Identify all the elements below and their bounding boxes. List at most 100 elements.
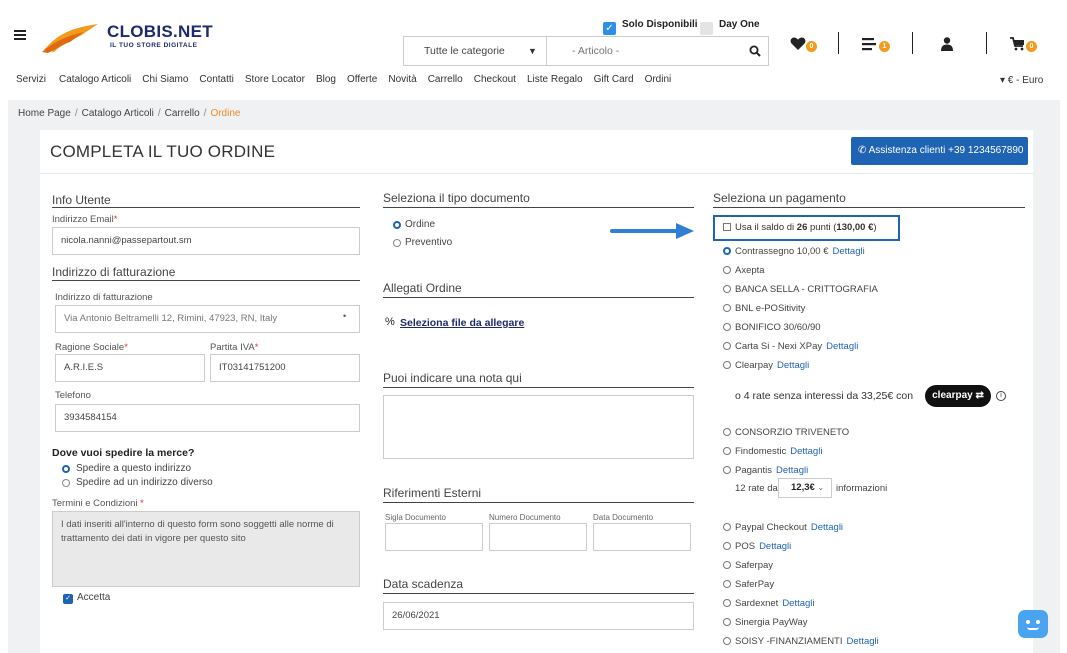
details-link[interactable]: Dettagli [811, 522, 843, 533]
shipping-question: Dove vuoi spedire la merce? [52, 447, 195, 459]
details-link[interactable]: Dettagli [847, 636, 879, 647]
billing-address-select[interactable]: Via Antonio Beltramelli 12, Rimini, 4792… [55, 305, 360, 333]
header-divider [986, 32, 987, 54]
ship-same-label: Spedire a questo indirizzo [76, 463, 192, 474]
billing-label: Indirizzo di fatturazione [55, 292, 153, 303]
email-field[interactable]: nicola.nanni@passepartout.sm [52, 227, 360, 255]
section-divider [383, 207, 694, 208]
page-title: COMPLETA IL TUO ORDINE [50, 142, 276, 161]
payment-findomestic[interactable]: Findomestic Dettagli [723, 446, 822, 457]
breadcrumb-catalogo[interactable]: Catalogo Articoli [82, 108, 154, 119]
payment-pagantis[interactable]: Pagantis Dettagli [723, 465, 808, 476]
heart-icon[interactable] [790, 36, 806, 52]
payment-axepta[interactable]: Axepta [723, 265, 765, 276]
attach-file-link[interactable]: Seleziona file da allegare [400, 317, 524, 329]
category-select[interactable]: Tutte le categorie [404, 37, 547, 65]
available-checkbox[interactable]: ✓ [603, 22, 616, 35]
nav-item-catalogo[interactable]: Catalogo Articoli [59, 74, 131, 85]
payment-saferpay[interactable]: Saferpay [723, 560, 773, 571]
payment-pos[interactable]: POS Dettagli [723, 541, 791, 552]
nav-item-servizi[interactable]: Servizi [16, 74, 46, 85]
dayone-checkbox[interactable] [700, 22, 713, 35]
nav-item-liste-regalo[interactable]: Liste Regalo [527, 74, 583, 85]
due-date-title: Data scadenza [383, 577, 464, 591]
payment-paypal[interactable]: Paypal Checkout Dettagli [723, 522, 843, 533]
nav-item-novita[interactable]: Novità [388, 74, 416, 85]
nav-item-offerte[interactable]: Offerte [347, 74, 377, 85]
accept-checkbox[interactable]: ✓ [63, 594, 73, 604]
nav-item-store-locator[interactable]: Store Locator [245, 74, 305, 85]
ref-number-field[interactable] [489, 523, 587, 551]
payment-consorzio[interactable]: CONSORZIO TRIVENETO [723, 427, 849, 438]
doc-order-radio[interactable] [393, 221, 401, 229]
chevron-down-icon: ⌄ [817, 483, 825, 492]
logo-icon[interactable] [40, 20, 104, 54]
payment-sardexnet[interactable]: Sardexnet Dettagli [723, 598, 815, 609]
clearpay-badge: clearpay ⇄ [925, 385, 991, 407]
breadcrumb-home[interactable]: Home Page [18, 108, 71, 119]
menu-icon[interactable] [14, 30, 26, 40]
ref-number-label: Numero Documento [489, 513, 561, 522]
breadcrumb-carrello[interactable]: Carrello [165, 108, 200, 119]
note-textarea[interactable] [383, 395, 694, 459]
search-input[interactable] [548, 37, 748, 65]
user-icon[interactable] [941, 36, 953, 52]
use-points-checkbox[interactable] [723, 223, 731, 231]
section-divider [383, 593, 694, 594]
nav-item-checkout[interactable]: Checkout [474, 74, 516, 85]
currency-select[interactable]: ▾ € - Euro [1000, 75, 1043, 86]
details-link[interactable]: Dettagli [790, 446, 822, 457]
cart-count-badge: 0 [1026, 41, 1037, 52]
doc-type-title: Seleziona il tipo documento [383, 191, 530, 205]
search-bar: Tutte le categorie ▼ [403, 36, 769, 66]
payment-nexi[interactable]: Carta Si - Nexi XPay Dettagli [723, 341, 858, 352]
info-icon[interactable]: i [996, 391, 1006, 401]
rate-prefix: 12 rate da [735, 483, 778, 494]
vat-field[interactable]: IT03141751200 [210, 354, 360, 382]
payment-bonifico[interactable]: BONIFICO 30/60/90 [723, 322, 821, 333]
chatbot-icon[interactable] [1018, 610, 1048, 638]
payment-saferpay-2[interactable]: SaferPay [723, 579, 774, 590]
attachments-title: Allegati Ordine [383, 281, 462, 295]
payment-sinergia[interactable]: Sinergia PayWay [723, 617, 808, 628]
ship-different-radio[interactable] [62, 479, 70, 487]
nav-item-contatti[interactable]: Contatti [199, 74, 233, 85]
divider [40, 173, 1033, 174]
payment-contrassegno[interactable]: Contrassegno 10,00 € Dettagli [723, 246, 865, 257]
details-link[interactable]: Dettagli [759, 541, 791, 552]
use-points-option[interactable]: Usa il saldo di 26 punti (130,00 €) [713, 215, 900, 241]
search-icon[interactable] [749, 45, 761, 57]
details-link[interactable]: Dettagli [832, 246, 864, 257]
ref-date-field[interactable] [593, 523, 691, 551]
ship-same-radio[interactable] [62, 465, 70, 473]
details-link[interactable]: Dettagli [776, 465, 808, 476]
breadcrumb: Home Page / Catalogo Articoli / Carrello / Ord… [18, 108, 241, 119]
nav-item-gift-card[interactable]: Gift Card [594, 74, 634, 85]
section-divider [383, 502, 694, 503]
details-link[interactable]: Dettagli [777, 360, 809, 371]
nav-item-chi-siamo[interactable]: Chi Siamo [142, 74, 188, 85]
payment-banca-sella[interactable]: BANCA SELLA - CRITTOGRAFIA [723, 284, 878, 295]
nav-item-ordini[interactable]: Ordini [645, 74, 672, 85]
company-field[interactable]: A.R.I.E.S [55, 354, 205, 382]
cart-icon[interactable] [1010, 36, 1026, 52]
rate-select[interactable]: 12,3€ ⌄ [778, 478, 832, 498]
nav-item-carrello[interactable]: Carrello [428, 74, 463, 85]
payment-bnl[interactable]: BNL e-POSitivity [723, 303, 805, 314]
list-icon[interactable] [862, 36, 878, 52]
payment-soisy[interactable]: SOISY -FINANZIAMENTI Dettagli [723, 636, 879, 647]
ref-series-field[interactable] [385, 523, 483, 551]
payment-title: Seleziona un pagamento [713, 191, 846, 205]
details-link[interactable]: Dettagli [826, 341, 858, 352]
logo-title[interactable]: CLOBIS.NET [107, 22, 213, 42]
ref-date-label: Data Documento [593, 513, 654, 522]
assistance-button[interactable]: ✆ Assistenza clienti +39 1234567890 [851, 137, 1028, 165]
details-link[interactable]: Dettagli [782, 598, 814, 609]
phone-field[interactable]: 3934584154 [55, 404, 360, 432]
payment-clearpay[interactable]: Clearpay Dettagli [723, 360, 809, 371]
nav-item-blog[interactable]: Blog [316, 74, 336, 85]
accept-label: Accetta [77, 592, 111, 603]
doc-quote-radio[interactable] [393, 239, 401, 247]
due-date-field[interactable]: 26/06/2021 [383, 602, 694, 630]
compare-count-badge: 1 [879, 41, 890, 52]
